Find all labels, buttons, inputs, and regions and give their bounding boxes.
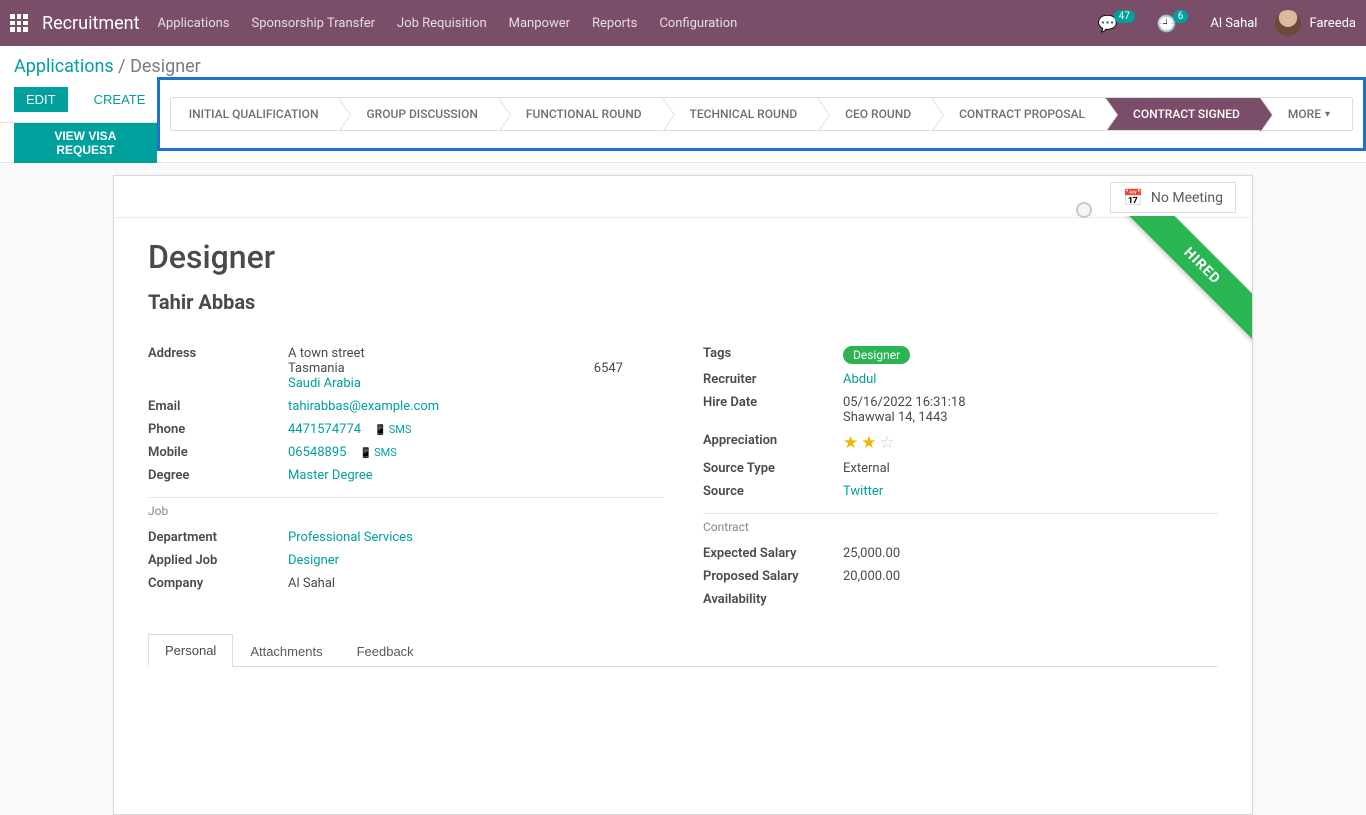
hire-date-gregorian: 05/16/2022 16:31:18 [843,395,1218,410]
label-applied-job: Applied Job [148,553,288,568]
recruiter-value[interactable]: Abdul [843,372,876,387]
label-phone: Phone [148,422,288,437]
label-expected-salary: Expected Salary [703,546,843,561]
section-contract: Contract [703,520,1218,534]
label-email: Email [148,399,288,414]
breadcrumb: Applications / Designer [14,56,1352,77]
breadcrumb-root[interactable]: Applications [14,56,114,77]
messages-badge: 47 [1114,10,1135,23]
star-1[interactable]: ★ [843,433,858,453]
job-title: Designer [148,238,1218,276]
label-availability: Availability [703,592,843,607]
star-3[interactable]: ☆ [880,433,895,453]
label-hire-date: Hire Date [703,395,843,410]
tab-attachments[interactable]: Attachments [233,634,339,667]
tab-personal[interactable]: Personal [148,634,233,667]
source-type-value: External [843,461,1218,476]
menu-applications[interactable]: Applications [158,16,230,31]
menu-reports[interactable]: Reports [592,16,637,31]
label-mobile: Mobile [148,445,288,460]
label-company: Company [148,576,288,591]
view-visa-request-button[interactable]: VIEW VISA REQUEST [14,123,157,163]
meeting-label: No Meeting [1151,190,1223,206]
address-street: A town street [288,346,663,361]
stage-contract-proposal[interactable]: CONTRACT PROPOSAL [931,98,1105,130]
label-address: Address [148,346,288,361]
company-switcher[interactable]: Al Sahal [1210,16,1257,31]
edit-button[interactable]: EDIT [14,87,68,112]
mobile-sms-link[interactable]: SMS [360,446,397,459]
caret-down-icon: ▾ [1325,109,1330,120]
label-department: Department [148,530,288,545]
stage-initial-qualification[interactable]: INITIAL QUALIFICATION [171,98,339,130]
apps-icon[interactable] [10,14,28,32]
company-name: Al Sahal [1210,16,1257,31]
user-menu[interactable]: Fareeda [1275,10,1356,36]
label-source: Source [703,484,843,499]
app-brand[interactable]: Recruitment [42,13,140,34]
phone-sms-link[interactable]: SMS [374,423,411,436]
email-value[interactable]: tahirabbas@example.com [288,399,439,414]
label-source-type: Source Type [703,461,843,476]
tab-feedback[interactable]: Feedback [340,634,431,667]
stage-statusbar-highlight: INITIAL QUALIFICATION GROUP DISCUSSION F… [157,77,1366,151]
calendar-icon: 📅 [1123,188,1143,207]
breadcrumb-current: Designer [130,56,201,77]
department-value[interactable]: Professional Services [288,530,413,545]
address-zip: 6547 [594,361,663,376]
company-value: Al Sahal [288,576,663,591]
stage-functional-round[interactable]: FUNCTIONAL ROUND [498,98,662,130]
label-tags: Tags [703,346,843,361]
breadcrumb-sep: / [118,56,130,77]
stage-contract-signed[interactable]: CONTRACT SIGNED [1105,98,1260,130]
meeting-button[interactable]: 📅 No Meeting [1110,182,1236,213]
stage-technical-round[interactable]: TECHNICAL ROUND [662,98,818,130]
candidate-name: Tahir Abbas [148,290,1218,314]
label-degree: Degree [148,468,288,483]
stage-ceo-round[interactable]: CEO ROUND [817,98,931,130]
stage-group-discussion[interactable]: GROUP DISCUSSION [338,98,497,130]
stage-statusbar: INITIAL QUALIFICATION GROUP DISCUSSION F… [170,97,1353,131]
section-job: Job [148,504,663,518]
address-city: Tasmania [288,361,345,376]
address-country[interactable]: Saudi Arabia [288,376,361,391]
star-2[interactable]: ★ [861,433,876,453]
label-proposed-salary: Proposed Salary [703,569,843,584]
form-sheet: 📅 No Meeting HIRED Designer Tahir Abbas … [113,175,1253,815]
label-appreciation: Appreciation [703,433,843,448]
proposed-salary-value: 20,000.00 [843,569,1218,584]
user-name: Fareeda [1309,16,1356,31]
mobile-value[interactable]: 06548895 [288,445,346,460]
detail-tabs: Personal Attachments Feedback [148,633,1218,667]
expected-salary-value: 25,000.00 [843,546,1218,561]
menu-sponsorship-transfer[interactable]: Sponsorship Transfer [252,16,376,31]
activities-indicator[interactable]: 🕘 6 [1157,14,1193,33]
kanban-state-indicator[interactable] [1076,202,1092,218]
stage-more[interactable]: MORE ▾ [1260,98,1352,130]
degree-value[interactable]: Master Degree [288,468,373,483]
activities-badge: 6 [1173,10,1189,23]
stage-more-label: MORE [1288,107,1321,121]
hire-date-hijri: Shawwal 14, 1443 [843,410,1218,425]
source-value[interactable]: Twitter [843,484,883,499]
menu-configuration[interactable]: Configuration [659,16,737,31]
messages-indicator[interactable]: 💬 47 [1098,14,1139,33]
tag-designer[interactable]: Designer [843,346,910,364]
appreciation-stars[interactable]: ★ ★ ☆ [843,433,1218,453]
phone-value[interactable]: 4471574774 [288,422,361,437]
avatar [1275,10,1301,36]
label-recruiter: Recruiter [703,372,843,387]
applied-job-value[interactable]: Designer [288,553,339,568]
menu-manpower[interactable]: Manpower [509,16,570,31]
menu-job-requisition[interactable]: Job Requisition [397,16,487,31]
create-button[interactable]: CREATE [82,87,158,112]
